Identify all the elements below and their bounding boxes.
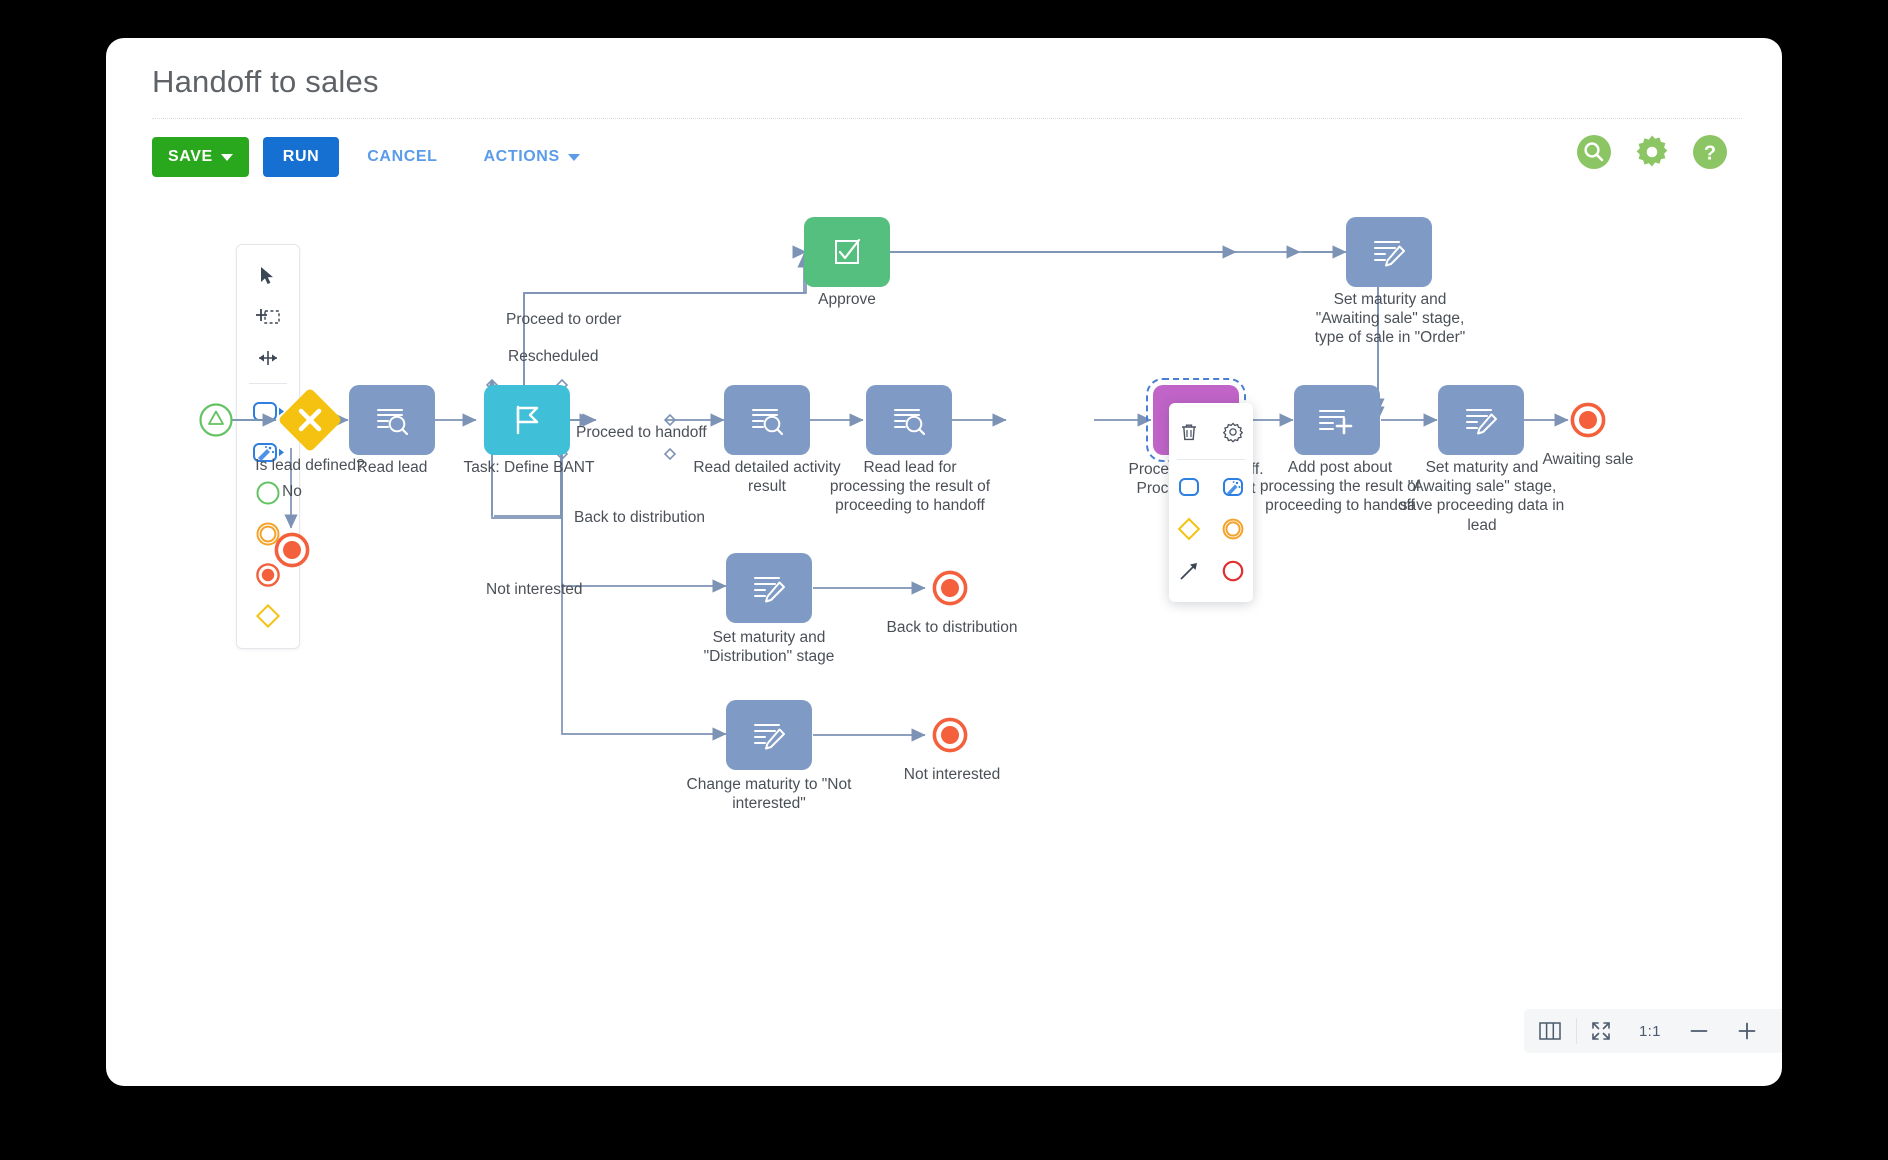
flag-icon [516, 405, 539, 435]
chevron-down-icon [220, 153, 233, 161]
edge-label-back-to-distribution: Back to distribution [574, 509, 705, 526]
end-event-back-to-distribution-label: Back to distribution [886, 619, 1018, 636]
checkbox-icon [835, 238, 861, 264]
gateway-is-lead-defined[interactable] [274, 384, 346, 456]
task-change-maturity-not-interested[interactable] [726, 700, 812, 770]
gateway-glyph-icon [1177, 517, 1201, 541]
read-data-icon [377, 409, 409, 436]
task-set-maturity-awaiting-sale-save[interactable] [1438, 385, 1524, 455]
end-event-awaiting-sale[interactable] [1566, 398, 1610, 442]
end-event-not-interested[interactable] [928, 713, 972, 757]
connector-to-not-interested [813, 728, 926, 742]
add-record-icon [1319, 410, 1353, 435]
read-data-icon [894, 409, 926, 436]
diagram-connectors [230, 245, 1569, 741]
edge-label-no: No [282, 483, 302, 500]
run-button[interactable]: RUN [262, 137, 340, 177]
chevron-down-icon [567, 153, 580, 161]
actual-size-button[interactable]: 1:1 [1625, 1009, 1675, 1053]
task-read-lead-for-processing[interactable] [866, 385, 952, 455]
task-set-maturity-distribution[interactable] [726, 553, 812, 623]
save-button-label: SAVE [168, 148, 213, 165]
task-shape-glyph-icon [1179, 478, 1199, 496]
search-icon[interactable] [1576, 134, 1612, 170]
minimap-icon [1539, 1022, 1561, 1040]
end-event-no[interactable] [270, 528, 314, 572]
edge-label-proceed-to-order: Proceed to order [506, 311, 622, 328]
minimap-button[interactable] [1524, 1009, 1576, 1053]
plus-icon [1738, 1022, 1756, 1040]
end-event-awaiting-sale-label: Awaiting sale [1542, 451, 1634, 468]
gateway-shape-icon[interactable] [1174, 514, 1204, 544]
task-read-lead-for-processing-label: Read lead for processing the result of p… [829, 459, 991, 515]
end-event-icon[interactable] [1218, 556, 1248, 586]
task-approve-label: Approve [818, 291, 876, 308]
task-approve[interactable] [804, 217, 890, 287]
auto-task-shape-glyph-icon [1223, 478, 1243, 496]
page-title: Handoff to sales [152, 64, 379, 99]
arrow-glyph-icon [1180, 563, 1197, 580]
fit-to-screen-button[interactable] [1577, 1009, 1625, 1053]
actions-menu-button[interactable]: ACTIONS [466, 137, 598, 177]
task-set-maturity-distribution-label: Set maturity and "Distribution" stage [703, 629, 835, 666]
zoom-in-button[interactable] [1723, 1009, 1771, 1053]
svg-text:?: ? [1704, 143, 1716, 165]
end-event-back-to-distribution[interactable] [928, 566, 972, 610]
actions-menu-label: ACTIONS [483, 148, 560, 165]
intermediate-event-glyph-icon [1222, 518, 1244, 540]
intermediate-event-icon[interactable] [1218, 514, 1248, 544]
connector-arrow-icon[interactable] [1174, 556, 1204, 586]
start-event[interactable] [194, 398, 238, 442]
context-menu-divider [1177, 459, 1245, 460]
help-icon[interactable]: ? [1692, 134, 1728, 170]
context-menu-row-actions [1169, 411, 1253, 453]
task-read-lead[interactable] [349, 385, 435, 455]
task-read-lead-label: Read lead [356, 459, 428, 476]
context-menu-row-shapes-2 [1169, 508, 1253, 550]
diagram-canvas[interactable]: Is lead defined? No Read lead Reschedule… [106, 198, 1782, 1086]
task-add-post[interactable] [1294, 385, 1380, 455]
auto-task-shape-icon[interactable] [1218, 472, 1248, 502]
edit-record-icon [754, 724, 785, 750]
edge-label-not-interested: Not interested [486, 581, 583, 598]
gear-icon[interactable] [1634, 134, 1670, 170]
task-shape-icon[interactable] [1174, 472, 1204, 502]
action-toolbar: SAVE RUN CANCEL ACTIONS [152, 134, 598, 180]
task-set-maturity-order-label: Set maturity and "Awaiting sale" stage, … [1314, 291, 1466, 347]
edit-record-icon [1374, 241, 1405, 267]
task-set-maturity-awaiting-sale-save-label: Set maturity and "Awaiting sale" stage, … [1399, 459, 1565, 534]
settings-icon[interactable] [1218, 417, 1248, 447]
connector-to-back-to-distribution [813, 581, 926, 595]
task-set-maturity-order[interactable] [1346, 217, 1432, 287]
process-designer-card: Handoff to sales SAVE RUN CANCEL ACTIONS… [106, 38, 1782, 1086]
gear-icon [1223, 422, 1243, 443]
end-event-glyph-icon [1222, 560, 1244, 582]
context-menu-row-shapes-3 [1169, 550, 1253, 592]
edit-record-icon [754, 577, 785, 603]
save-button[interactable]: SAVE [152, 137, 249, 177]
delete-icon[interactable] [1174, 417, 1204, 447]
trash-icon [1182, 424, 1196, 441]
zoom-controls: 1:1 100% [1524, 1009, 1782, 1053]
task-define-bant-label: Task: Define BANT [463, 459, 595, 476]
zoom-level-dropdown[interactable]: 100% [1771, 1009, 1782, 1053]
context-menu-row-shapes-1 [1169, 466, 1253, 508]
cancel-button[interactable]: CANCEL [349, 137, 455, 177]
fit-screen-icon [1592, 1022, 1610, 1040]
task-change-maturity-not-interested-label: Change maturity to "Not interested" [686, 776, 852, 813]
end-event-not-interested-label: Not interested [903, 766, 1001, 783]
task-read-detailed-activity-result[interactable] [724, 385, 810, 455]
edit-record-icon [1466, 409, 1497, 435]
edge-label-rescheduled: Rescheduled [508, 348, 599, 365]
header-icon-group: ? [1576, 134, 1728, 170]
title-divider [152, 118, 1742, 120]
minus-icon [1690, 1030, 1708, 1032]
zoom-out-button[interactable] [1675, 1009, 1723, 1053]
element-context-menu [1169, 403, 1253, 602]
read-data-icon [752, 409, 784, 436]
task-define-bant[interactable] [484, 385, 570, 455]
